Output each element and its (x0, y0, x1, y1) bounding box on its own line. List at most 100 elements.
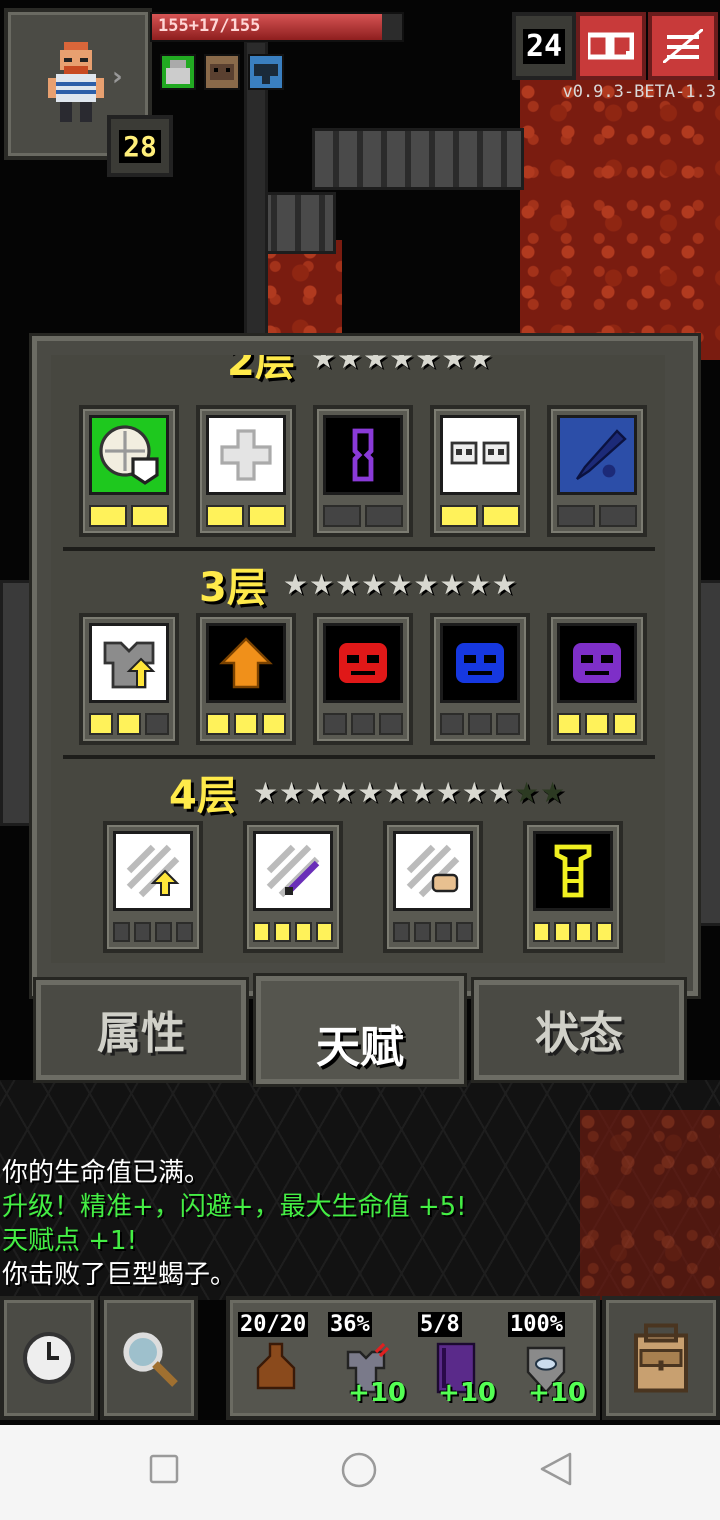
talent-point-filled (248, 505, 286, 527)
menu-button[interactable] (648, 12, 718, 80)
talent-points (206, 503, 286, 529)
health-bar: 155+17/155 (150, 12, 404, 42)
clock-icon (23, 1332, 75, 1384)
skulls-icon (440, 415, 520, 495)
talent-points (440, 503, 520, 529)
talent-point-empty (468, 713, 492, 735)
talent-slot[interactable] (523, 821, 623, 953)
talent-slot[interactable] (79, 405, 179, 537)
talents-window: 2层 ★★★★★★★ 3层 ★★★★★★★★★ 4层 ★★★★★★★★★★★★ (32, 336, 698, 996)
talent-points (323, 711, 403, 737)
tab-attributes[interactable]: 属性 (36, 980, 246, 1080)
talents-scroll-area[interactable]: 2层 ★★★★★★★ 3层 ★★★★★★★★★ 4层 ★★★★★★★★★★★★ (51, 355, 665, 963)
talent-point-filled (554, 922, 571, 942)
talent-point-empty (365, 505, 403, 527)
talent-slot[interactable] (243, 821, 343, 953)
circle-home-icon[interactable] (340, 1451, 378, 1489)
journal-icon (588, 32, 634, 60)
talent-point-filled (482, 505, 520, 527)
talent-point-filled (440, 505, 478, 527)
talent-point-filled (89, 713, 113, 735)
quickslot[interactable]: 36% +10 (324, 1310, 410, 1414)
shield-buff-icon[interactable] (248, 54, 284, 90)
tier-stars: ★★★★★★★ (310, 355, 494, 375)
talent-point-filled (274, 922, 291, 942)
talent-point-filled (295, 922, 312, 942)
talent-slot[interactable] (196, 405, 296, 537)
talent-slot[interactable] (313, 405, 413, 537)
quickslot-upgrade-level: +10 (438, 1378, 496, 1408)
depth-number: 24 (522, 28, 566, 64)
tier-header-4: 4层 ★★★★★★★★★★★★ (169, 763, 566, 821)
quickslot[interactable]: 100% +10 (504, 1310, 590, 1414)
talent-point-filled (253, 922, 270, 942)
claw-mask-icon (393, 831, 473, 911)
clock-food-icon (89, 415, 169, 495)
talent-slot[interactable] (547, 613, 647, 745)
talent-point-empty (393, 922, 410, 942)
claw-sword-icon (253, 831, 333, 911)
wait-button[interactable] (0, 1296, 98, 1420)
talent-slot[interactable] (313, 613, 413, 745)
talent-slot[interactable] (103, 821, 203, 953)
hero-level-badge: 28 (107, 115, 173, 177)
lava-area (262, 240, 342, 340)
tab-talents[interactable]: 天赋 (256, 976, 464, 1084)
tab-label: 状态 (535, 1008, 623, 1059)
tier-header-2: 2层 ★★★★★★★ (227, 355, 494, 387)
talent-points (89, 711, 169, 737)
triangle-back-icon[interactable] (538, 1451, 574, 1487)
depth-indicator[interactable]: 24 (512, 12, 576, 80)
talent-points (113, 919, 193, 945)
yellow-vest-icon (533, 831, 613, 911)
talent-point-filled (316, 922, 333, 942)
talent-points (89, 503, 169, 529)
log-line: 升级！精准+，闪避+，最大生命值 +5! (2, 1192, 467, 1222)
tab-status[interactable]: 状态 (474, 980, 684, 1080)
talent-point-empty (351, 713, 375, 735)
quickslot[interactable]: 20/20 (234, 1310, 320, 1414)
talent-slot[interactable] (196, 613, 296, 745)
armor-buff-icon[interactable] (160, 54, 196, 90)
talent-slot[interactable] (547, 405, 647, 537)
search-button[interactable] (100, 1296, 198, 1420)
talent-slot[interactable] (383, 821, 483, 953)
game-log: 你的生命值已满。 升级！精准+，闪避+，最大生命值 +5! 天赋点 +1! 你击… (2, 1156, 467, 1292)
log-line: 你击败了巨型蝎子。 (2, 1260, 237, 1290)
talent-point-filled (206, 713, 230, 735)
tier-divider (63, 547, 655, 551)
talent-point-filled (533, 922, 550, 942)
purple-rune-icon (323, 415, 403, 495)
talent-points (440, 711, 520, 737)
talent-slot[interactable] (79, 613, 179, 745)
journal-button[interactable] (576, 12, 646, 80)
talent-point-empty (323, 505, 361, 527)
quickslot-upgrade-level: +10 (528, 1378, 586, 1408)
talent-points (393, 919, 473, 945)
talent-points (323, 503, 403, 529)
square-recent-icon[interactable] (148, 1453, 180, 1485)
tier-name: 4层 (169, 773, 237, 819)
quickslot[interactable]: 5/8 +10 (414, 1310, 500, 1414)
talent-point-empty (113, 922, 130, 942)
backpack-button[interactable] (602, 1296, 720, 1420)
red-mask-icon (323, 623, 403, 703)
talent-point-empty (496, 713, 520, 735)
talent-point-empty (155, 922, 172, 942)
dungeon-wall (312, 128, 524, 190)
claw-arrow-icon (113, 831, 193, 911)
mask-buff-icon[interactable] (204, 54, 240, 90)
talent-point-empty (557, 505, 595, 527)
talent-point-filled (575, 922, 592, 942)
blue-dagger-icon (557, 415, 637, 495)
tier-name: 3层 (199, 565, 267, 611)
armor-upgrade-icon (89, 623, 169, 703)
talent-slot[interactable] (430, 613, 530, 745)
cross-icon (206, 415, 286, 495)
tier-name: 2层 (227, 355, 295, 385)
talent-points (206, 711, 286, 737)
backpack-icon (634, 1323, 688, 1393)
talent-slot[interactable] (430, 405, 530, 537)
talent-point-empty (134, 922, 151, 942)
tab-label: 天赋 (316, 1022, 404, 1073)
